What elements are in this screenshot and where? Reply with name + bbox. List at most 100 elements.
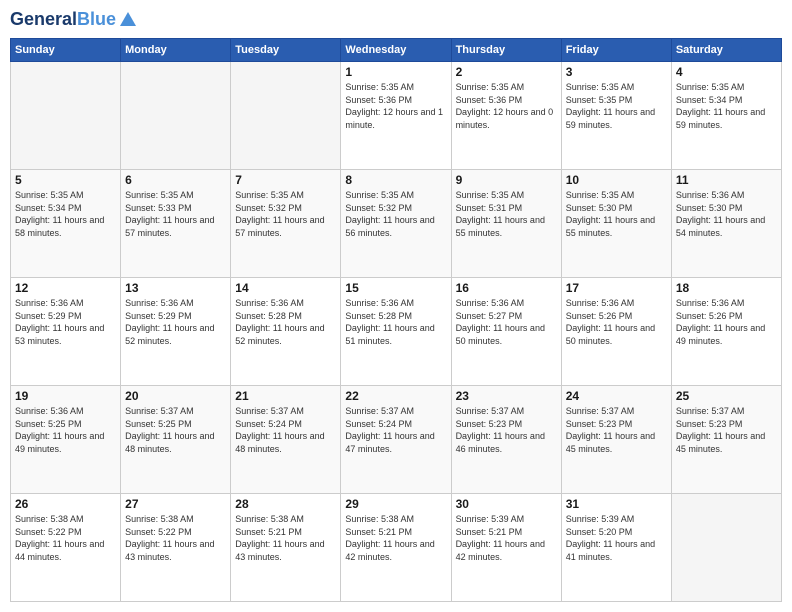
calendar-cell: 6 Sunrise: 5:35 AMSunset: 5:33 PMDaylight… <box>121 170 231 278</box>
calendar-day-header: Thursday <box>451 39 561 62</box>
header: GeneralBlue <box>10 10 782 30</box>
day-number: 11 <box>676 173 777 187</box>
day-info: Sunrise: 5:35 AMSunset: 5:30 PMDaylight:… <box>566 189 667 239</box>
day-number: 23 <box>456 389 557 403</box>
day-number: 10 <box>566 173 667 187</box>
calendar-week-row: 5 Sunrise: 5:35 AMSunset: 5:34 PMDaylight… <box>11 170 782 278</box>
day-number: 13 <box>125 281 226 295</box>
day-info: Sunrise: 5:36 AMSunset: 5:28 PMDaylight:… <box>235 297 336 347</box>
day-info: Sunrise: 5:36 AMSunset: 5:29 PMDaylight:… <box>125 297 226 347</box>
calendar-cell <box>231 62 341 170</box>
calendar-cell: 9Sunrise: 5:35 AMSunset: 5:31 PMDaylight… <box>451 170 561 278</box>
calendar-cell: 8 Sunrise: 5:35 AMSunset: 5:32 PMDaylight… <box>341 170 451 278</box>
calendar-day-header: Sunday <box>11 39 121 62</box>
day-info: Sunrise: 5:35 AMSunset: 5:34 PMDaylight:… <box>15 189 116 239</box>
day-info: Sunrise: 5:37 AMSunset: 5:24 PMDaylight:… <box>235 405 336 455</box>
calendar-cell: 4Sunrise: 5:35 AMSunset: 5:34 PMDaylight… <box>671 62 781 170</box>
day-number: 3 <box>566 65 667 79</box>
calendar-cell: 24Sunrise: 5:37 AMSunset: 5:23 PMDayligh… <box>561 386 671 494</box>
day-number: 24 <box>566 389 667 403</box>
day-info: Sunrise: 5:36 AMSunset: 5:26 PMDaylight:… <box>676 297 777 347</box>
logo-text: GeneralBlue <box>10 10 116 30</box>
day-info: Sunrise: 5:35 AMSunset: 5:36 PMDaylight:… <box>345 81 446 131</box>
day-number: 8 <box>345 173 446 187</box>
calendar-cell: 23Sunrise: 5:37 AMSunset: 5:23 PMDayligh… <box>451 386 561 494</box>
day-info: Sunrise: 5:35 AMSunset: 5:33 PMDaylight:… <box>125 189 226 239</box>
calendar-cell: 15 Sunrise: 5:36 AMSunset: 5:28 PMDayligh… <box>341 278 451 386</box>
day-info: Sunrise: 5:35 AMSunset: 5:35 PMDaylight:… <box>566 81 667 131</box>
calendar-cell <box>11 62 121 170</box>
calendar-week-row: 1 Sunrise: 5:35 AMSunset: 5:36 PMDaylight… <box>11 62 782 170</box>
calendar-cell: 22 Sunrise: 5:37 AMSunset: 5:24 PMDayligh… <box>341 386 451 494</box>
calendar-cell: 16 Sunrise: 5:36 AMSunset: 5:27 PMDayligh… <box>451 278 561 386</box>
calendar-day-header: Wednesday <box>341 39 451 62</box>
day-number: 26 <box>15 497 116 511</box>
day-info: Sunrise: 5:36 AMSunset: 5:28 PMDaylight:… <box>345 297 446 347</box>
logo: GeneralBlue <box>10 10 138 30</box>
day-number: 12 <box>15 281 116 295</box>
day-info: Sunrise: 5:38 AMSunset: 5:22 PMDaylight:… <box>125 513 226 563</box>
day-info: Sunrise: 5:37 AMSunset: 5:24 PMDaylight:… <box>345 405 446 455</box>
day-number: 1 <box>345 65 446 79</box>
day-info: Sunrise: 5:35 AMSunset: 5:32 PMDaylight:… <box>345 189 446 239</box>
day-info: Sunrise: 5:35 AMSunset: 5:31 PMDaylight:… <box>456 189 557 239</box>
day-number: 30 <box>456 497 557 511</box>
calendar-cell: 3 Sunrise: 5:35 AMSunset: 5:35 PMDaylight… <box>561 62 671 170</box>
calendar-week-row: 26 Sunrise: 5:38 AMSunset: 5:22 PMDayligh… <box>11 494 782 602</box>
calendar-cell: 17 Sunrise: 5:36 AMSunset: 5:26 PMDayligh… <box>561 278 671 386</box>
day-info: Sunrise: 5:39 AMSunset: 5:20 PMDaylight:… <box>566 513 667 563</box>
day-number: 21 <box>235 389 336 403</box>
day-info: Sunrise: 5:36 AMSunset: 5:25 PMDaylight:… <box>15 405 116 455</box>
calendar-cell: 13 Sunrise: 5:36 AMSunset: 5:29 PMDayligh… <box>121 278 231 386</box>
calendar-cell: 5 Sunrise: 5:35 AMSunset: 5:34 PMDaylight… <box>11 170 121 278</box>
calendar-cell: 30Sunrise: 5:39 AMSunset: 5:21 PMDayligh… <box>451 494 561 602</box>
logo-icon <box>118 10 138 30</box>
calendar-cell: 7Sunrise: 5:35 AMSunset: 5:32 PMDaylight… <box>231 170 341 278</box>
calendar-cell: 14 Sunrise: 5:36 AMSunset: 5:28 PMDayligh… <box>231 278 341 386</box>
day-number: 25 <box>676 389 777 403</box>
day-number: 6 <box>125 173 226 187</box>
day-number: 19 <box>15 389 116 403</box>
day-info: Sunrise: 5:36 AMSunset: 5:26 PMDaylight:… <box>566 297 667 347</box>
calendar-cell <box>121 62 231 170</box>
day-number: 16 <box>456 281 557 295</box>
calendar-cell: 19 Sunrise: 5:36 AMSunset: 5:25 PMDayligh… <box>11 386 121 494</box>
day-number: 29 <box>345 497 446 511</box>
day-number: 20 <box>125 389 226 403</box>
calendar-cell: 12 Sunrise: 5:36 AMSunset: 5:29 PMDayligh… <box>11 278 121 386</box>
calendar-cell: 21 Sunrise: 5:37 AMSunset: 5:24 PMDayligh… <box>231 386 341 494</box>
day-info: Sunrise: 5:38 AMSunset: 5:22 PMDaylight:… <box>15 513 116 563</box>
calendar-header-row: SundayMondayTuesdayWednesdayThursdayFrid… <box>11 39 782 62</box>
day-number: 14 <box>235 281 336 295</box>
day-info: Sunrise: 5:36 AMSunset: 5:30 PMDaylight:… <box>676 189 777 239</box>
calendar-cell: 10 Sunrise: 5:35 AMSunset: 5:30 PMDayligh… <box>561 170 671 278</box>
day-info: Sunrise: 5:37 AMSunset: 5:25 PMDaylight:… <box>125 405 226 455</box>
calendar-week-row: 12 Sunrise: 5:36 AMSunset: 5:29 PMDayligh… <box>11 278 782 386</box>
calendar-day-header: Monday <box>121 39 231 62</box>
calendar-day-header: Friday <box>561 39 671 62</box>
day-number: 4 <box>676 65 777 79</box>
calendar-cell: 31Sunrise: 5:39 AMSunset: 5:20 PMDayligh… <box>561 494 671 602</box>
day-number: 27 <box>125 497 226 511</box>
day-number: 2 <box>456 65 557 79</box>
calendar-cell: 29 Sunrise: 5:38 AMSunset: 5:21 PMDayligh… <box>341 494 451 602</box>
calendar-cell: 26 Sunrise: 5:38 AMSunset: 5:22 PMDayligh… <box>11 494 121 602</box>
calendar-cell: 28 Sunrise: 5:38 AMSunset: 5:21 PMDayligh… <box>231 494 341 602</box>
day-info: Sunrise: 5:38 AMSunset: 5:21 PMDaylight:… <box>235 513 336 563</box>
day-info: Sunrise: 5:36 AMSunset: 5:29 PMDaylight:… <box>15 297 116 347</box>
day-number: 18 <box>676 281 777 295</box>
calendar-day-header: Saturday <box>671 39 781 62</box>
day-number: 28 <box>235 497 336 511</box>
day-number: 17 <box>566 281 667 295</box>
calendar-cell: 11 Sunrise: 5:36 AMSunset: 5:30 PMDayligh… <box>671 170 781 278</box>
day-info: Sunrise: 5:37 AMSunset: 5:23 PMDaylight:… <box>676 405 777 455</box>
calendar-cell <box>671 494 781 602</box>
day-number: 5 <box>15 173 116 187</box>
day-info: Sunrise: 5:38 AMSunset: 5:21 PMDaylight:… <box>345 513 446 563</box>
day-number: 15 <box>345 281 446 295</box>
day-number: 7 <box>235 173 336 187</box>
day-info: Sunrise: 5:35 AMSunset: 5:36 PMDaylight:… <box>456 81 557 131</box>
day-number: 22 <box>345 389 446 403</box>
day-info: Sunrise: 5:36 AMSunset: 5:27 PMDaylight:… <box>456 297 557 347</box>
calendar-cell: 20 Sunrise: 5:37 AMSunset: 5:25 PMDayligh… <box>121 386 231 494</box>
